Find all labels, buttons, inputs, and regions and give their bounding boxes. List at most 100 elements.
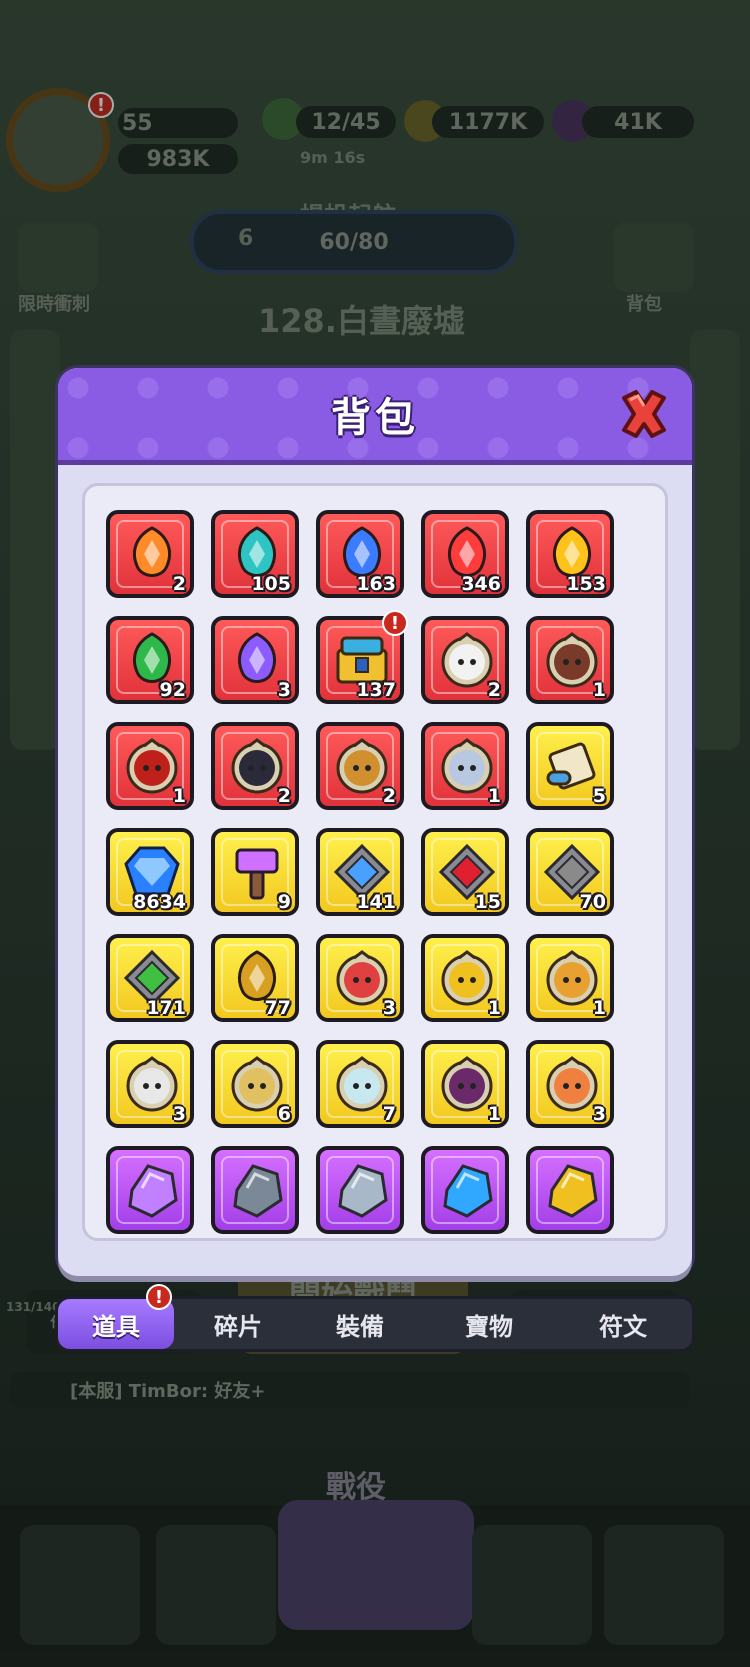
item-count: 15 bbox=[474, 891, 501, 913]
item-count: 2 bbox=[172, 573, 186, 595]
inventory-item[interactable]: 2 bbox=[106, 510, 194, 598]
tab-runes[interactable]: 符文 bbox=[558, 1299, 688, 1349]
chat-bar[interactable]: [本服] TimBor: 好友+ bbox=[10, 1372, 690, 1408]
inventory-item[interactable]: 15 bbox=[421, 828, 509, 916]
player-power: 983K bbox=[118, 144, 238, 174]
inventory-item[interactable]: 6 bbox=[211, 1040, 299, 1128]
tab-items-alert-badge: ! bbox=[146, 1284, 172, 1310]
inventory-item[interactable]: 3 bbox=[316, 934, 404, 1022]
inventory-item[interactable] bbox=[211, 1146, 299, 1234]
item-count: 3 bbox=[277, 679, 291, 701]
inventory-item[interactable]: 7 bbox=[316, 1040, 404, 1128]
item-count: 2 bbox=[382, 785, 396, 807]
inventory-item[interactable]: 5 bbox=[526, 722, 614, 810]
close-button[interactable] bbox=[614, 384, 674, 444]
gold-value: 1177K bbox=[432, 106, 544, 138]
item-count: 3 bbox=[172, 1103, 186, 1125]
stamina-timer: 9m 16s bbox=[300, 148, 366, 167]
inventory-item[interactable]: 153 bbox=[526, 510, 614, 598]
tab-treasures[interactable]: 寶物 bbox=[424, 1299, 554, 1349]
limited-sprint-label: 限時衝刺 bbox=[18, 294, 90, 315]
left-side-menu[interactable] bbox=[10, 330, 60, 750]
dock-cards-button[interactable] bbox=[20, 1525, 140, 1645]
backpack-modal: 背包 2 105 163 346 153 92 3 137! 2 1 1 2 2 1 5 8634 9 141 15… bbox=[58, 368, 692, 1276]
item-count: 137 bbox=[356, 679, 396, 701]
inventory-item[interactable]: 70 bbox=[526, 828, 614, 916]
stamina-value: 12/45 bbox=[296, 106, 396, 138]
item-count: 1 bbox=[172, 785, 186, 807]
item-count: 1 bbox=[487, 997, 501, 1019]
close-x-icon bbox=[622, 390, 666, 438]
item-count: 1 bbox=[487, 785, 501, 807]
item-count: 3 bbox=[382, 997, 396, 1019]
item-count: 6 bbox=[277, 1103, 291, 1125]
inventory-item[interactable]: 346 bbox=[421, 510, 509, 598]
inventory-item[interactable]: 3 bbox=[526, 1040, 614, 1128]
inventory-item[interactable]: 1 bbox=[421, 934, 509, 1022]
item-alert-badge: ! bbox=[382, 610, 408, 636]
inventory-item[interactable]: 3 bbox=[211, 616, 299, 704]
inventory-item[interactable]: 163 bbox=[316, 510, 404, 598]
purple-crystal-icon bbox=[128, 1164, 178, 1218]
limited-sprint-button[interactable] bbox=[18, 222, 98, 292]
inventory-item[interactable]: 1 bbox=[421, 722, 509, 810]
item-count: 70 bbox=[579, 891, 606, 913]
blue-bar-icon bbox=[443, 1164, 493, 1218]
item-count: 171 bbox=[146, 997, 186, 1019]
grey-ore-icon bbox=[233, 1164, 283, 1218]
inventory-item[interactable]: 171 bbox=[106, 934, 194, 1022]
dock-castle-button[interactable] bbox=[472, 1525, 592, 1645]
silver-ore-icon bbox=[338, 1164, 388, 1218]
inventory-item[interactable]: 1 bbox=[526, 616, 614, 704]
item-count: 92 bbox=[159, 679, 186, 701]
gem-value: 41K bbox=[582, 106, 694, 138]
inventory-item[interactable]: 3 bbox=[106, 1040, 194, 1128]
right-side-menu[interactable] bbox=[690, 330, 740, 750]
dock-battle-button[interactable] bbox=[278, 1500, 474, 1630]
inventory-item[interactable]: 105 bbox=[211, 510, 299, 598]
tab-equipment[interactable]: 裝備 bbox=[302, 1299, 418, 1349]
stage-title: 128.白晝廢墟 bbox=[258, 302, 465, 340]
inventory-item[interactable] bbox=[421, 1146, 509, 1234]
inventory-item[interactable]: 2 bbox=[316, 722, 404, 810]
inventory-item[interactable]: 1 bbox=[106, 722, 194, 810]
player-level: 55 bbox=[118, 108, 238, 138]
dock-battle-label: 戰役 bbox=[326, 1470, 386, 1505]
item-count: 1 bbox=[592, 997, 606, 1019]
inventory-item[interactable]: 8634 bbox=[106, 828, 194, 916]
item-count: 153 bbox=[566, 573, 606, 595]
item-count: 7 bbox=[382, 1103, 396, 1125]
item-panel[interactable]: 2 105 163 346 153 92 3 137! 2 1 1 2 2 1 5 8634 9 141 15 70 1… bbox=[82, 483, 668, 1241]
avatar-alert-badge: ! bbox=[88, 92, 114, 118]
item-count: 1 bbox=[487, 1103, 501, 1125]
stage-number: 6 bbox=[238, 226, 254, 251]
inventory-item[interactable]: 92 bbox=[106, 616, 194, 704]
dock-heroes-button[interactable] bbox=[156, 1525, 276, 1645]
inventory-item[interactable]: 137! bbox=[316, 610, 408, 704]
tab-fragments[interactable]: 碎片 bbox=[180, 1299, 296, 1349]
inventory-item[interactable]: 77 bbox=[211, 934, 299, 1022]
chat-line: [本服] TimBor: 好友+ bbox=[70, 1381, 266, 1402]
inventory-item[interactable]: 9 bbox=[211, 828, 299, 916]
inventory-item[interactable]: 1 bbox=[421, 1040, 509, 1128]
stage-progress-text: 60/80 bbox=[319, 229, 389, 255]
inventory-item[interactable]: 141 bbox=[316, 828, 404, 916]
item-count: 77 bbox=[264, 997, 291, 1019]
inventory-item[interactable] bbox=[106, 1146, 194, 1234]
item-count: 2 bbox=[487, 679, 501, 701]
item-count: 2 bbox=[277, 785, 291, 807]
item-count: 8634 bbox=[133, 891, 186, 913]
inventory-item[interactable]: 2 bbox=[421, 616, 509, 704]
inventory-item[interactable] bbox=[526, 1146, 614, 1234]
item-count: 1 bbox=[592, 679, 606, 701]
item-count: 9 bbox=[277, 891, 291, 913]
backpack-shortcut-label: 背包 bbox=[626, 294, 662, 315]
inventory-item[interactable]: 2 bbox=[211, 722, 299, 810]
inventory-item[interactable] bbox=[316, 1146, 404, 1234]
item-count: 5 bbox=[592, 785, 606, 807]
inventory-item[interactable]: 1 bbox=[526, 934, 614, 1022]
gold-ring-icon bbox=[548, 1164, 598, 1218]
backpack-shortcut-button[interactable] bbox=[614, 222, 694, 292]
dock-shop-button[interactable] bbox=[604, 1525, 724, 1645]
item-count: 141 bbox=[356, 891, 396, 913]
